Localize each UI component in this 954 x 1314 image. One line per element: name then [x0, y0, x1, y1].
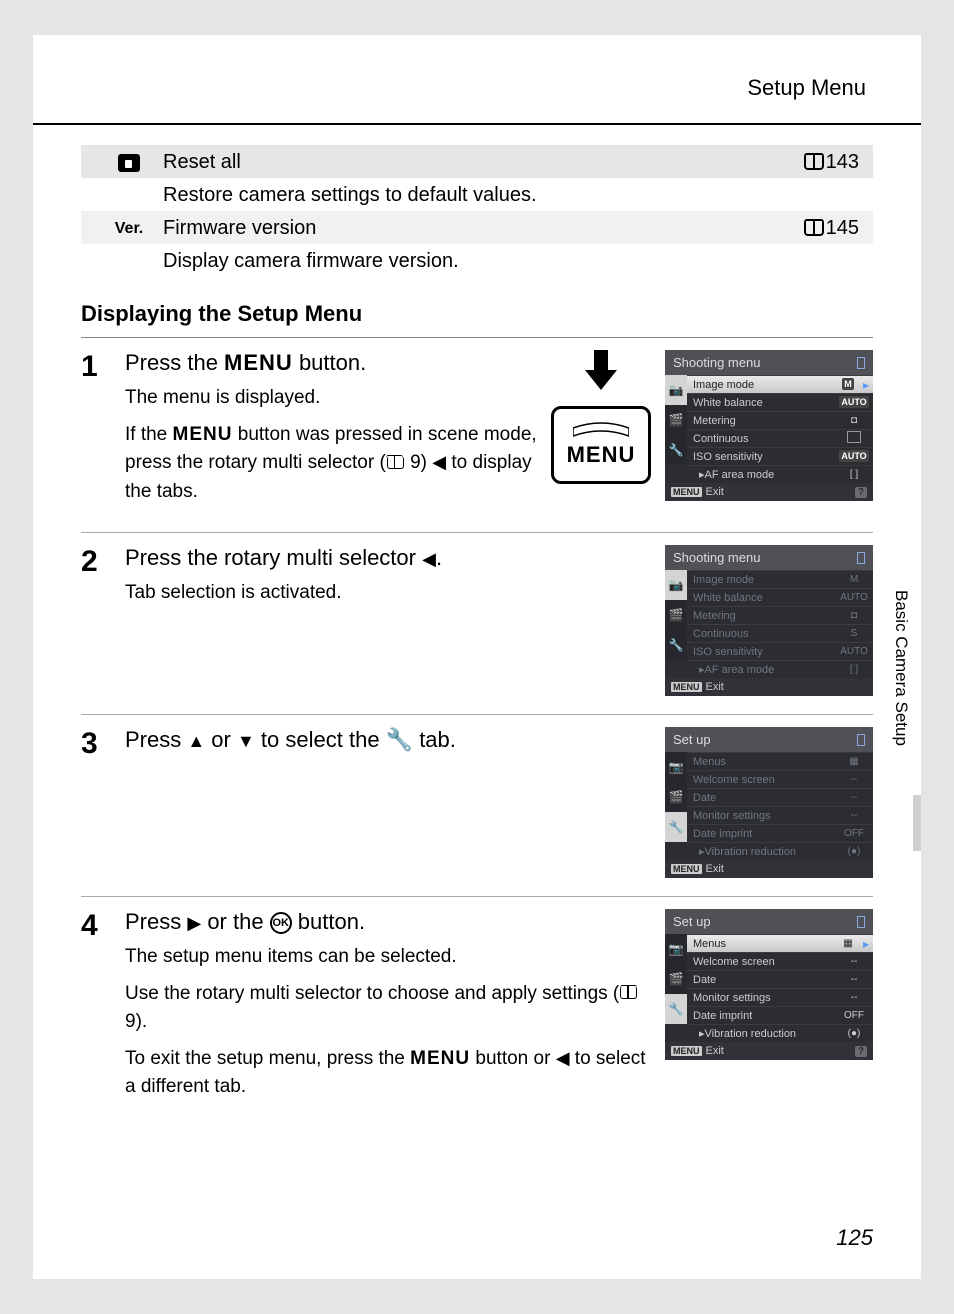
lcd-screen: Shooting menu 📷 🎬 🔧 Image modeM▸ White b… [665, 350, 873, 501]
page-number: 125 [836, 1225, 873, 1251]
table-row: Restore camera settings to default value… [81, 178, 873, 211]
book-icon [804, 221, 824, 236]
side-thumb-tab [913, 795, 921, 851]
step-text: To exit the setup menu, press the MENU b… [125, 1045, 657, 1102]
book-icon [387, 457, 404, 469]
step-title: Press the MENU button. [125, 350, 539, 376]
section-heading: Displaying the Setup Menu [81, 301, 873, 327]
arrow-down-icon [585, 350, 617, 398]
page-ref: 145 [783, 217, 873, 240]
lcd-screen: Shooting menu 📷 🎬 🔧 Image modeM White ba… [665, 545, 873, 696]
step-text: The menu is displayed. [125, 384, 539, 413]
lcd-screen: Set up 📷 🎬 🔧 Menus▦ Welcome screen-- Dat… [665, 727, 873, 878]
camera-tab-icon: 📷 [665, 570, 687, 600]
row-description: Display camera firmware version. [81, 250, 459, 273]
step-text: Tab selection is activated. [125, 579, 657, 608]
side-section-label: Basic Camera Setup [891, 590, 911, 746]
wrench-tab-icon: 🔧 [665, 812, 687, 842]
menu-button-illustration: MENU [547, 350, 655, 490]
ok-button-icon: OK [270, 912, 292, 934]
battery-icon [857, 357, 865, 369]
scene-tab-icon: 🎬 [665, 600, 687, 630]
table-row: Ver. Firmware version 145 [81, 211, 873, 244]
wrench-tab-icon: 🔧 [665, 630, 687, 660]
step-text: The setup menu items can be selected. [125, 943, 657, 972]
step-title: Press the rotary multi selector ◀. [125, 545, 657, 571]
page-ref: 143 [783, 151, 873, 174]
triangle-left-icon: ◀ [432, 452, 446, 472]
lcd-screen: Set up 📷 🎬 🔧 Menus▦▸ Welcome screen-- Da… [665, 909, 873, 1060]
step-title: Press ▶ or the OK button. [125, 909, 657, 935]
row-title: Firmware version [163, 217, 783, 240]
wrench-icon: 🔧 [386, 727, 413, 752]
wrench-tab-icon: 🔧 [665, 994, 687, 1024]
book-icon [804, 155, 824, 170]
step-2: 2 Press the rotary multi selector ◀. Tab… [81, 532, 873, 714]
step-1: 1 Press the MENU button. The menu is dis… [81, 338, 873, 532]
row-title: Reset all [163, 151, 783, 174]
step-title: Press ▲ or ▼ to select the 🔧 tab. [125, 727, 657, 753]
step-number: 1 [81, 350, 125, 514]
battery-icon [857, 552, 865, 564]
step-number: 3 [81, 727, 125, 878]
scene-tab-icon: 🎬 [665, 405, 687, 435]
scene-tab-icon: 🎬 [665, 782, 687, 812]
row-description: Restore camera settings to default value… [81, 184, 537, 207]
battery-icon [857, 734, 865, 746]
scene-tab-icon: 🎬 [665, 964, 687, 994]
help-icon: ? [855, 1046, 867, 1057]
step-3: 3 Press ▲ or ▼ to select the 🔧 tab. Set … [81, 714, 873, 896]
table-row: Reset all 143 [81, 145, 873, 178]
wrench-tab-icon: 🔧 [665, 435, 687, 465]
battery-icon [857, 916, 865, 928]
triangle-down-icon: ▼ [237, 731, 255, 751]
page-header: Setup Menu [747, 75, 866, 101]
triangle-left-icon: ◀ [556, 1048, 570, 1068]
step-4: 4 Press ▶ or the OK button. The setup me… [81, 896, 873, 1128]
triangle-left-icon: ◀ [422, 549, 436, 569]
triangle-up-icon: ▲ [187, 731, 205, 751]
reset-icon [118, 154, 140, 172]
help-icon: ? [855, 487, 867, 498]
camera-tab-icon: 📷 [665, 934, 687, 964]
step-number: 4 [81, 909, 125, 1110]
table-row: Display camera firmware version. [81, 244, 873, 277]
step-text: If the MENU button was pressed in scene … [125, 421, 539, 507]
step-number: 2 [81, 545, 125, 696]
camera-tab-icon: 📷 [665, 752, 687, 782]
camera-tab-icon: 📷 [665, 375, 687, 405]
book-icon [620, 987, 637, 999]
step-text: Use the rotary multi selector to choose … [125, 980, 657, 1037]
version-icon: Ver. [115, 220, 143, 238]
triangle-right-icon: ▶ [187, 913, 201, 933]
